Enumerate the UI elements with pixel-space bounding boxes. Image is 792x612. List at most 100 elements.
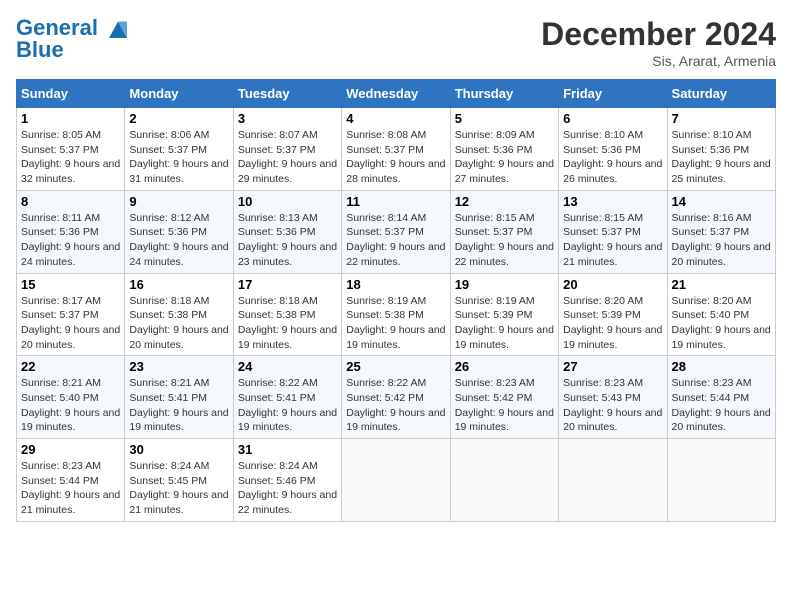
calendar-week-row: 1 Sunrise: 8:05 AMSunset: 5:37 PMDaylight… <box>17 108 776 191</box>
calendar-cell: 20 Sunrise: 8:20 AMSunset: 5:39 PMDayligh… <box>559 273 667 356</box>
cell-content: Sunrise: 8:10 AMSunset: 5:36 PMDaylight:… <box>563 128 662 187</box>
calendar-cell: 21 Sunrise: 8:20 AMSunset: 5:40 PMDayligh… <box>667 273 775 356</box>
calendar-cell: 30 Sunrise: 8:24 AMSunset: 5:45 PMDayligh… <box>125 439 233 522</box>
title-block: December 2024 Sis, Ararat, Armenia <box>541 16 776 69</box>
cell-content: Sunrise: 8:23 AMSunset: 5:43 PMDaylight:… <box>563 376 662 435</box>
calendar-table: SundayMondayTuesdayWednesdayThursdayFrid… <box>16 79 776 522</box>
calendar-week-row: 15 Sunrise: 8:17 AMSunset: 5:37 PMDayligh… <box>17 273 776 356</box>
day-number: 2 <box>129 111 228 126</box>
cell-content: Sunrise: 8:14 AMSunset: 5:37 PMDaylight:… <box>346 211 445 270</box>
day-number: 30 <box>129 442 228 457</box>
cell-content: Sunrise: 8:10 AMSunset: 5:36 PMDaylight:… <box>672 128 771 187</box>
cell-content: Sunrise: 8:05 AMSunset: 5:37 PMDaylight:… <box>21 128 120 187</box>
location-title: Sis, Ararat, Armenia <box>541 53 776 69</box>
col-header-tuesday: Tuesday <box>233 80 341 108</box>
month-title: December 2024 <box>541 16 776 53</box>
calendar-cell: 9 Sunrise: 8:12 AMSunset: 5:36 PMDaylight… <box>125 190 233 273</box>
day-number: 23 <box>129 359 228 374</box>
calendar-header-row: SundayMondayTuesdayWednesdayThursdayFrid… <box>17 80 776 108</box>
day-number: 10 <box>238 194 337 209</box>
col-header-sunday: Sunday <box>17 80 125 108</box>
day-number: 6 <box>563 111 662 126</box>
calendar-week-row: 8 Sunrise: 8:11 AMSunset: 5:36 PMDaylight… <box>17 190 776 273</box>
cell-content: Sunrise: 8:20 AMSunset: 5:40 PMDaylight:… <box>672 294 771 353</box>
calendar-cell: 17 Sunrise: 8:18 AMSunset: 5:38 PMDayligh… <box>233 273 341 356</box>
day-number: 21 <box>672 277 771 292</box>
calendar-week-row: 29Sunrise: 8:23 AMSunset: 5:44 PMDayligh… <box>17 439 776 522</box>
cell-content: Sunrise: 8:22 AMSunset: 5:42 PMDaylight:… <box>346 376 445 435</box>
calendar-cell: 15 Sunrise: 8:17 AMSunset: 5:37 PMDayligh… <box>17 273 125 356</box>
calendar-cell: 8 Sunrise: 8:11 AMSunset: 5:36 PMDaylight… <box>17 190 125 273</box>
calendar-cell: 1 Sunrise: 8:05 AMSunset: 5:37 PMDaylight… <box>17 108 125 191</box>
calendar-cell: 25 Sunrise: 8:22 AMSunset: 5:42 PMDayligh… <box>342 356 450 439</box>
day-number: 31 <box>238 442 337 457</box>
calendar-cell <box>450 439 558 522</box>
calendar-cell: 22 Sunrise: 8:21 AMSunset: 5:40 PMDayligh… <box>17 356 125 439</box>
cell-content: Sunrise: 8:18 AMSunset: 5:38 PMDaylight:… <box>238 294 337 353</box>
day-number: 28 <box>672 359 771 374</box>
cell-content: Sunrise: 8:19 AMSunset: 5:38 PMDaylight:… <box>346 294 445 353</box>
day-number: 17 <box>238 277 337 292</box>
calendar-cell: 18 Sunrise: 8:19 AMSunset: 5:38 PMDayligh… <box>342 273 450 356</box>
day-number: 26 <box>455 359 554 374</box>
cell-content: Sunrise: 8:21 AMSunset: 5:41 PMDaylight:… <box>129 376 228 435</box>
calendar-cell: 13 Sunrise: 8:15 AMSunset: 5:37 PMDayligh… <box>559 190 667 273</box>
cell-content: Sunrise: 8:21 AMSunset: 5:40 PMDaylight:… <box>21 376 120 435</box>
day-number: 16 <box>129 277 228 292</box>
cell-content: Sunrise: 8:20 AMSunset: 5:39 PMDaylight:… <box>563 294 662 353</box>
calendar-cell: 29Sunrise: 8:23 AMSunset: 5:44 PMDayligh… <box>17 439 125 522</box>
day-number: 20 <box>563 277 662 292</box>
calendar-cell: 19 Sunrise: 8:19 AMSunset: 5:39 PMDayligh… <box>450 273 558 356</box>
cell-content: Sunrise: 8:12 AMSunset: 5:36 PMDaylight:… <box>129 211 228 270</box>
day-number: 9 <box>129 194 228 209</box>
page-header: General Blue December 2024 Sis, Ararat, … <box>16 16 776 69</box>
cell-content: Sunrise: 8:08 AMSunset: 5:37 PMDaylight:… <box>346 128 445 187</box>
calendar-cell: 27Sunrise: 8:23 AMSunset: 5:43 PMDayligh… <box>559 356 667 439</box>
cell-content: Sunrise: 8:07 AMSunset: 5:37 PMDaylight:… <box>238 128 337 187</box>
calendar-cell: 7Sunrise: 8:10 AMSunset: 5:36 PMDaylight… <box>667 108 775 191</box>
calendar-cell: 3 Sunrise: 8:07 AMSunset: 5:37 PMDaylight… <box>233 108 341 191</box>
col-header-wednesday: Wednesday <box>342 80 450 108</box>
day-number: 18 <box>346 277 445 292</box>
logo: General Blue <box>16 16 130 63</box>
calendar-cell: 16Sunrise: 8:18 AMSunset: 5:38 PMDayligh… <box>125 273 233 356</box>
day-number: 8 <box>21 194 120 209</box>
day-number: 22 <box>21 359 120 374</box>
col-header-friday: Friday <box>559 80 667 108</box>
calendar-cell: 24Sunrise: 8:22 AMSunset: 5:41 PMDayligh… <box>233 356 341 439</box>
day-number: 3 <box>238 111 337 126</box>
day-number: 19 <box>455 277 554 292</box>
calendar-cell: 12Sunrise: 8:15 AMSunset: 5:37 PMDayligh… <box>450 190 558 273</box>
calendar-cell: 31 Sunrise: 8:24 AMSunset: 5:46 PMDayligh… <box>233 439 341 522</box>
logo-icon <box>106 17 130 41</box>
day-number: 11 <box>346 194 445 209</box>
calendar-cell <box>342 439 450 522</box>
calendar-cell: 28 Sunrise: 8:23 AMSunset: 5:44 PMDayligh… <box>667 356 775 439</box>
calendar-cell: 5Sunrise: 8:09 AMSunset: 5:36 PMDaylight… <box>450 108 558 191</box>
day-number: 15 <box>21 277 120 292</box>
cell-content: Sunrise: 8:23 AMSunset: 5:42 PMDaylight:… <box>455 376 554 435</box>
cell-content: Sunrise: 8:19 AMSunset: 5:39 PMDaylight:… <box>455 294 554 353</box>
day-number: 13 <box>563 194 662 209</box>
calendar-cell: 10Sunrise: 8:13 AMSunset: 5:36 PMDayligh… <box>233 190 341 273</box>
col-header-saturday: Saturday <box>667 80 775 108</box>
cell-content: Sunrise: 8:11 AMSunset: 5:36 PMDaylight:… <box>21 211 120 270</box>
day-number: 1 <box>21 111 120 126</box>
calendar-cell: 6 Sunrise: 8:10 AMSunset: 5:36 PMDaylight… <box>559 108 667 191</box>
cell-content: Sunrise: 8:24 AMSunset: 5:46 PMDaylight:… <box>238 459 337 518</box>
day-number: 4 <box>346 111 445 126</box>
calendar-week-row: 22 Sunrise: 8:21 AMSunset: 5:40 PMDayligh… <box>17 356 776 439</box>
cell-content: Sunrise: 8:23 AMSunset: 5:44 PMDaylight:… <box>21 459 120 518</box>
col-header-thursday: Thursday <box>450 80 558 108</box>
cell-content: Sunrise: 8:17 AMSunset: 5:37 PMDaylight:… <box>21 294 120 353</box>
cell-content: Sunrise: 8:22 AMSunset: 5:41 PMDaylight:… <box>238 376 337 435</box>
calendar-cell <box>667 439 775 522</box>
day-number: 14 <box>672 194 771 209</box>
cell-content: Sunrise: 8:15 AMSunset: 5:37 PMDaylight:… <box>563 211 662 270</box>
cell-content: Sunrise: 8:16 AMSunset: 5:37 PMDaylight:… <box>672 211 771 270</box>
calendar-cell: 2Sunrise: 8:06 AMSunset: 5:37 PMDaylight… <box>125 108 233 191</box>
day-number: 25 <box>346 359 445 374</box>
calendar-cell <box>559 439 667 522</box>
cell-content: Sunrise: 8:23 AMSunset: 5:44 PMDaylight:… <box>672 376 771 435</box>
cell-content: Sunrise: 8:24 AMSunset: 5:45 PMDaylight:… <box>129 459 228 518</box>
